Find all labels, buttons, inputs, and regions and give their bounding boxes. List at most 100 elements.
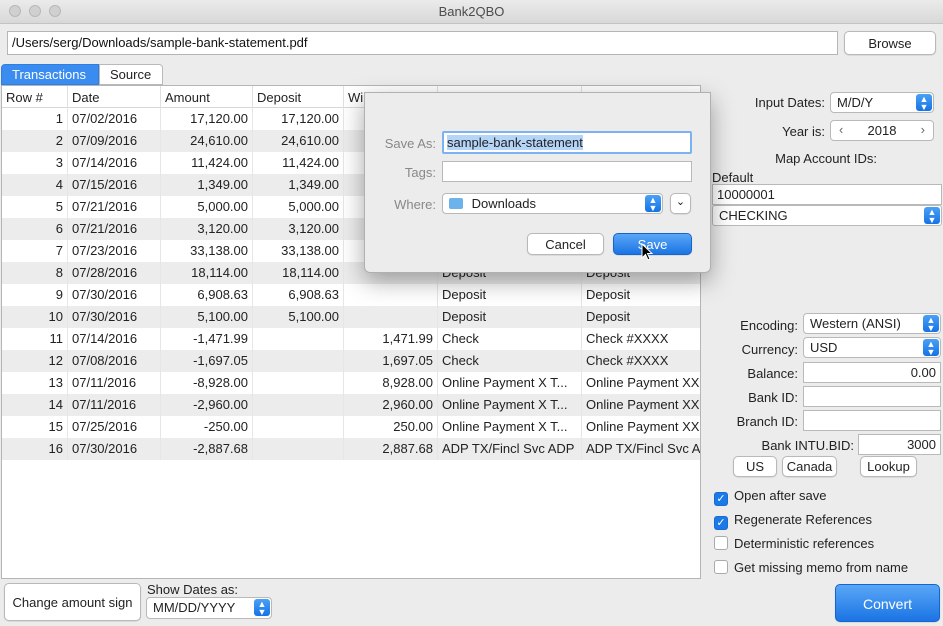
tab-transactions[interactable]: Transactions	[1, 64, 99, 85]
table-row[interactable]: 15 07/25/2016 -250.00 250.00 Online Payment …	[2, 416, 700, 438]
cell-amount: -8,928.00	[161, 372, 253, 394]
cell-date: 07/21/2016	[68, 196, 161, 218]
balance-label: Balance:	[747, 366, 798, 381]
cell-deposit: 3,120.00	[253, 218, 344, 240]
cell-row: 11	[2, 328, 68, 350]
table-row[interactable]: 16 07/30/2016 -2,887.68 2,887.68 ADP TX/Finc…	[2, 438, 700, 460]
chevron-right-icon[interactable]: ›	[921, 122, 925, 137]
cell-amount: -1,471.99	[161, 328, 253, 350]
cell-amount: 18,114.00	[161, 262, 253, 284]
table-row[interactable]: 11 07/14/2016 -1,471.99 1,471.99 Check Check …	[2, 328, 700, 350]
default-label: Default	[712, 170, 754, 185]
bank-intu-bid-input[interactable]: 3000	[858, 434, 941, 455]
cancel-button[interactable]: Cancel	[527, 233, 604, 255]
table-row[interactable]: 12 07/08/2016 -1,697.05 1,697.05 Check Check …	[2, 350, 700, 372]
cell-memo: ADP TX/Fincl Svc A	[582, 438, 700, 460]
cell-withdrawal: 2,960.00	[344, 394, 438, 416]
currency-label: Currency:	[741, 342, 798, 357]
encoding-select[interactable]: Western (ANSI) ▲ ▼	[803, 313, 941, 334]
table-row[interactable]: 9 07/30/2016 6,908.63 6,908.63 Deposit Deposi…	[2, 284, 700, 306]
open-after-save-checkbox[interactable]: ✓ Open after save	[714, 488, 827, 506]
input-dates-select[interactable]: M/D/Y ▲ ▼	[830, 92, 934, 113]
show-dates-select[interactable]: MM/DD/YYYY ▲ ▼	[146, 597, 272, 619]
column-header-row[interactable]: Row #	[2, 86, 68, 108]
cell-withdrawal: 250.00	[344, 416, 438, 438]
regenerate-references-checkbox[interactable]: ✓ Regenerate References	[714, 512, 872, 530]
save-dialog: Save As: sample-bank-statement Tags: Whe…	[364, 92, 711, 273]
cell-date: 07/30/2016	[68, 438, 161, 460]
bank-id-input[interactable]	[803, 386, 941, 407]
lookup-button[interactable]: Lookup	[860, 456, 917, 477]
cell-date: 07/09/2016	[68, 130, 161, 152]
cell-withdrawal: 2,887.68	[344, 438, 438, 460]
column-header-date[interactable]: Date	[68, 86, 161, 108]
cell-amount: 5,000.00	[161, 196, 253, 218]
cell-row: 2	[2, 130, 68, 152]
chevron-down-icon: ⌄	[675, 196, 686, 208]
tags-input[interactable]	[442, 161, 692, 182]
encoding-value: Western (ANSI)	[810, 316, 901, 331]
table-row[interactable]: 10 07/30/2016 5,100.00 5,100.00 Deposit Depos…	[2, 306, 700, 328]
convert-button[interactable]: Convert	[835, 584, 940, 622]
deterministic-references-checkbox[interactable]: Deterministic references	[714, 536, 874, 554]
cell-row: 8	[2, 262, 68, 284]
get-missing-memo-checkbox[interactable]: Get missing memo from name	[714, 560, 908, 578]
checkbox-label: Regenerate References	[734, 512, 873, 527]
cell-deposit: 24,610.00	[253, 130, 344, 152]
us-button[interactable]: US	[733, 456, 777, 477]
cell-date: 07/23/2016	[68, 240, 161, 262]
input-dates-value: M/D/Y	[837, 95, 874, 110]
cell-type: Deposit	[438, 284, 582, 306]
cell-date: 07/14/2016	[68, 328, 161, 350]
cell-row: 5	[2, 196, 68, 218]
currency-select[interactable]: USD ▲ ▼	[803, 337, 941, 358]
cell-memo: Online Payment XX	[582, 416, 700, 438]
balance-input[interactable]: 0.00	[803, 362, 941, 383]
cell-type: Deposit	[438, 306, 582, 328]
cell-row: 7	[2, 240, 68, 262]
file-path-input[interactable]: /Users/serg/Downloads/sample-bank-statem…	[7, 31, 838, 55]
browse-button[interactable]: Browse	[844, 31, 936, 55]
canada-button[interactable]: Canada	[782, 456, 837, 477]
checkbox-box	[714, 560, 728, 574]
account-id-input[interactable]: 10000001	[712, 184, 942, 205]
bank-intu-bid-label: Bank INTU.BID:	[761, 438, 854, 453]
change-amount-sign-button[interactable]: Change amount sign	[4, 583, 141, 621]
branch-id-input[interactable]	[803, 410, 941, 431]
cell-withdrawal: 8,928.00	[344, 372, 438, 394]
account-type-select[interactable]: CHECKING ▲ ▼	[712, 205, 942, 226]
mouse-cursor-icon	[641, 243, 654, 261]
cell-deposit: 33,138.00	[253, 240, 344, 262]
year-stepper[interactable]: ‹ 2018 ›	[830, 120, 934, 141]
title-bar: Bank2QBO	[0, 0, 943, 24]
cell-row: 14	[2, 394, 68, 416]
cell-amount: -250.00	[161, 416, 253, 438]
tab-source[interactable]: Source	[99, 64, 163, 85]
table-row[interactable]: 13 07/11/2016 -8,928.00 8,928.00 Online Paym…	[2, 372, 700, 394]
map-account-ids-label: Map Account IDs:	[775, 151, 877, 166]
where-select[interactable]: Downloads ▲ ▼	[442, 193, 663, 214]
cell-amount: 11,424.00	[161, 152, 253, 174]
column-header-deposit[interactable]: Deposit	[253, 86, 344, 108]
cell-row: 3	[2, 152, 68, 174]
cell-deposit: 18,114.00	[253, 262, 344, 284]
chevron-updown-icon: ▲ ▼	[924, 207, 940, 225]
window-title: Bank2QBO	[438, 4, 505, 19]
chevron-left-icon[interactable]: ‹	[839, 122, 843, 137]
cell-deposit	[253, 350, 344, 372]
cell-date: 07/28/2016	[68, 262, 161, 284]
column-header-amount[interactable]: Amount	[161, 86, 253, 108]
cell-date: 07/30/2016	[68, 284, 161, 306]
cell-deposit	[253, 394, 344, 416]
cell-amount: -1,697.05	[161, 350, 253, 372]
save-as-input[interactable]: sample-bank-statement	[442, 131, 692, 154]
cell-type: Online Payment X T...	[438, 394, 582, 416]
chevron-updown-icon: ▲ ▼	[645, 195, 661, 213]
checkbox-label: Deterministic references	[734, 536, 875, 551]
table-row[interactable]: 14 07/11/2016 -2,960.00 2,960.00 Online Paym…	[2, 394, 700, 416]
cell-withdrawal: 1,697.05	[344, 350, 438, 372]
chevron-updown-icon: ▲ ▼	[923, 315, 939, 333]
expand-dialog-button[interactable]: ⌄	[670, 193, 691, 214]
cell-amount: 33,138.00	[161, 240, 253, 262]
cell-row: 4	[2, 174, 68, 196]
